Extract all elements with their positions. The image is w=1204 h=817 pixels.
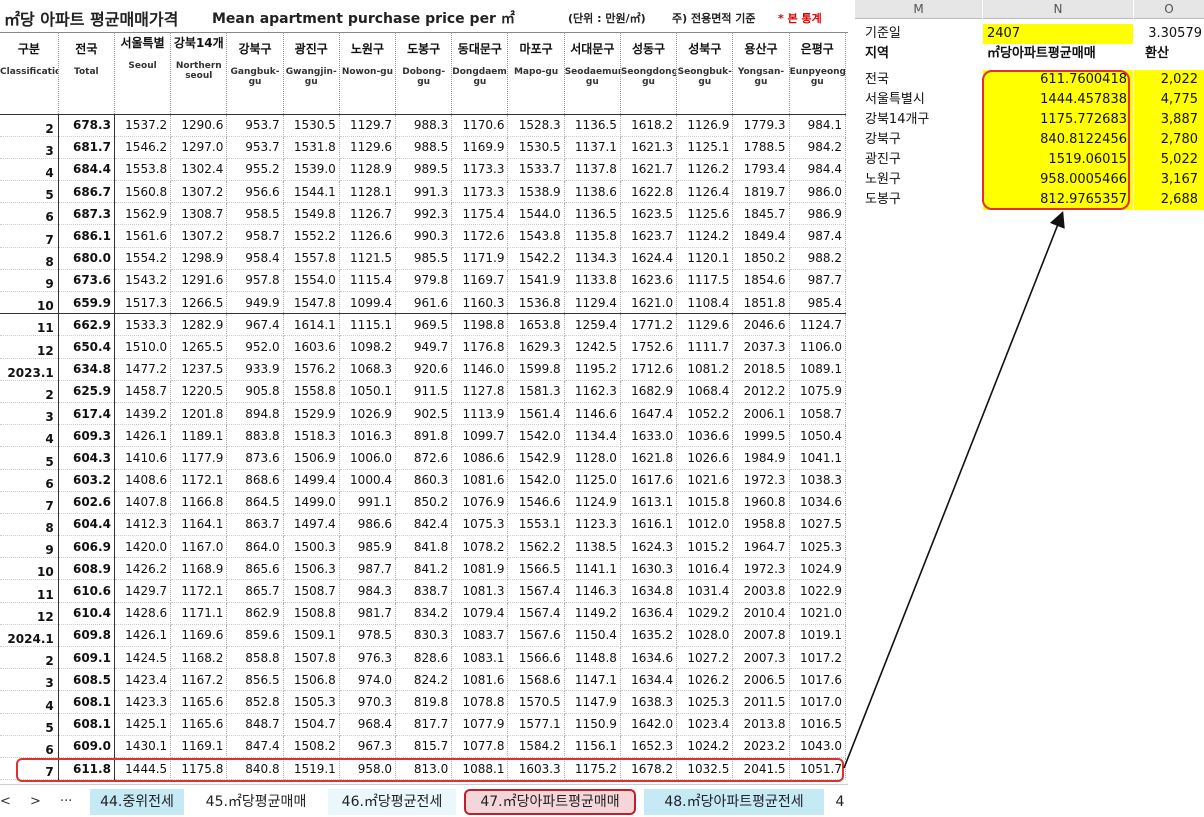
connector-arrow: [843, 211, 1065, 769]
arrow-line: [843, 211, 1065, 769]
